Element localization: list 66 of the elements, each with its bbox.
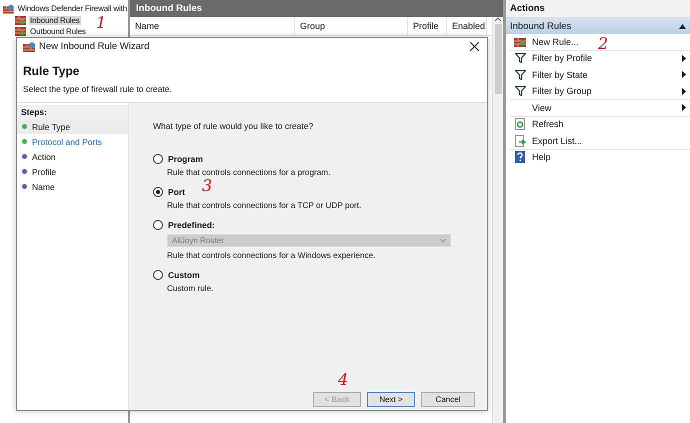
wizard-step[interactable]: Rule Type [17,119,128,134]
action-link[interactable]: View [532,102,552,113]
option-label[interactable]: Custom [168,270,200,280]
action-link[interactable]: Filter by State [532,70,588,80]
handwritten-number: 1 [96,15,106,31]
question-text: What type of rule would you like to create? [153,121,314,131]
tree-item[interactable]: Windows Defender Firewall with [16,4,128,14]
option-label[interactable]: Program [168,154,203,164]
action-link[interactable]: Refresh [532,119,564,130]
option-description: Rule that controls connections for a Windows experience. [167,251,376,260]
submenu-arrow-icon[interactable] [682,54,686,62]
radio-button[interactable] [153,270,163,280]
wizard-step[interactable]: Profile [17,164,128,179]
wizard-step[interactable]: Action [17,149,128,164]
firewall-rule-icon [514,36,526,47]
action-link[interactable]: New Rule... [532,36,579,47]
tree-item[interactable]: Outbound Rules [29,27,87,36]
submenu-arrow-icon[interactable] [682,71,686,78]
filter-icon [514,70,526,80]
filter-icon [514,86,526,96]
firewall-globe-icon [23,42,35,52]
option-description: Custom rule. [167,284,214,293]
option-label[interactable]: Predefined: [168,220,215,230]
action-link[interactable]: Export List... [532,136,582,146]
dialog-title: New Inbound Rule Wizard [39,41,150,52]
submenu-arrow-icon[interactable] [682,88,686,95]
wizard-button[interactable]: Cancel [421,392,475,407]
handwritten-number: 3 [202,178,212,194]
column-header[interactable]: Profile [408,17,447,35]
column-header[interactable]: Name [130,17,295,35]
action-link[interactable]: Filter by Group [532,86,592,96]
pane-title: Inbound Rules [130,0,503,17]
action-link[interactable]: Filter by Profile [532,53,592,64]
page-subtitle: Select the type of firewall rule to create. [23,84,173,94]
steps-title: Steps: [17,105,128,119]
help-icon [515,151,525,164]
refresh-icon [515,118,525,130]
radio-button[interactable] [153,220,163,230]
option-description: Rule that controls connections for a program. [167,168,332,177]
chevron-icon [440,238,446,242]
column-header[interactable]: Enabled [447,17,487,35]
firewall-rule-icon [15,16,26,25]
actions-title: Actions [506,0,690,18]
filter-icon [514,53,526,64]
firewall-globe-icon [3,4,14,14]
wizard-step[interactable]: Name [17,179,128,194]
wizard-button[interactable]: Next > [367,392,415,407]
export-icon [514,134,526,147]
tree-item[interactable]: Inbound Rules [29,16,81,25]
column-header[interactable]: Group [295,17,408,35]
handwritten-number: 2 [598,36,608,52]
firewall-rule-icon [15,27,26,36]
section-header[interactable]: Inbound Rules [506,18,690,34]
submenu-arrow-icon[interactable] [682,104,686,112]
scrollbar[interactable] [492,17,503,423]
option-label[interactable]: Port [168,187,185,197]
radio-button[interactable] [153,187,163,197]
close-button[interactable] [467,40,481,54]
scroll-up-icon[interactable] [495,17,501,22]
collapse-icon[interactable] [679,24,686,28]
handwritten-number: 4 [338,372,348,388]
option-description: Rule that controls connections for a TCP or UDP port. [167,201,362,210]
radio-button[interactable] [153,154,163,164]
page-heading: Rule Type [23,64,80,78]
wizard-step[interactable]: Protocol and Ports [17,134,128,149]
action-link[interactable]: Help [532,152,551,162]
